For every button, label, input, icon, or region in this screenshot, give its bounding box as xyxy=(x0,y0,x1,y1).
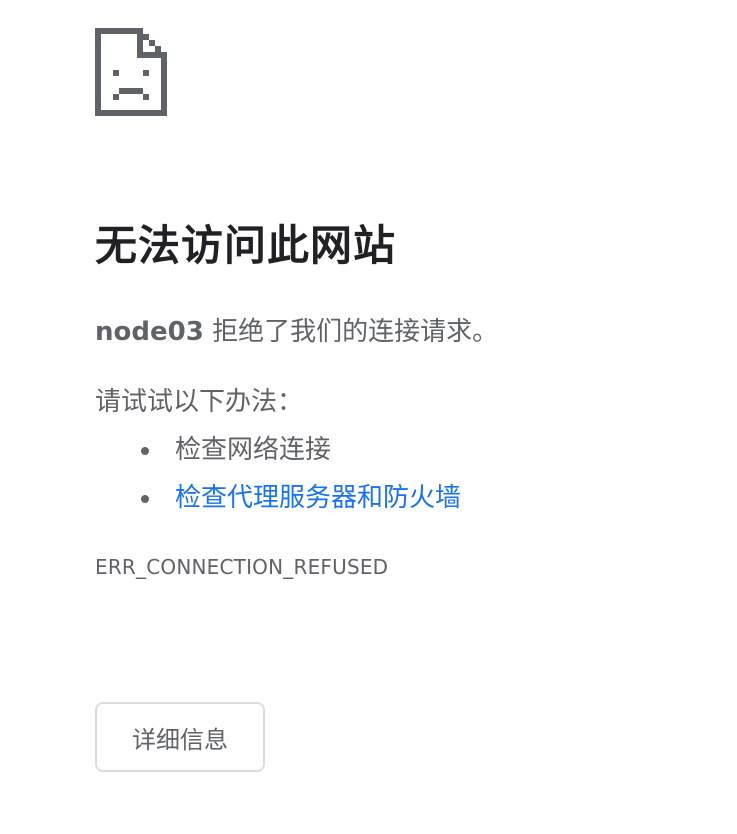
bullet-icon xyxy=(141,447,149,455)
error-message: node03 拒绝了我们的连接请求。 xyxy=(95,312,695,352)
error-code: ERR_CONNECTION_REFUSED xyxy=(95,555,389,579)
suggestion-check-proxy-link[interactable]: 检查代理服务器和防火墙 xyxy=(175,483,461,513)
error-page: 无法访问此网站 node03 拒绝了我们的连接请求。 请试试以下办法： 检查网络… xyxy=(95,28,695,582)
suggestion-item: 检查网络连接 xyxy=(141,426,695,474)
suggestions-heading: 请试试以下办法： xyxy=(95,387,304,417)
sad-document-icon xyxy=(95,28,167,116)
bullet-icon xyxy=(141,495,149,503)
suggestions-list: 检查网络连接 检查代理服务器和防火墙 xyxy=(95,426,695,522)
host-name: node03 xyxy=(95,317,204,347)
details-button[interactable]: 详细信息 xyxy=(95,702,265,772)
suggestion-item: 检查代理服务器和防火墙 xyxy=(141,474,695,522)
suggestion-check-network: 检查网络连接 xyxy=(175,435,332,465)
page-title: 无法访问此网站 xyxy=(95,221,397,270)
error-message-text: 拒绝了我们的连接请求。 xyxy=(203,317,499,347)
